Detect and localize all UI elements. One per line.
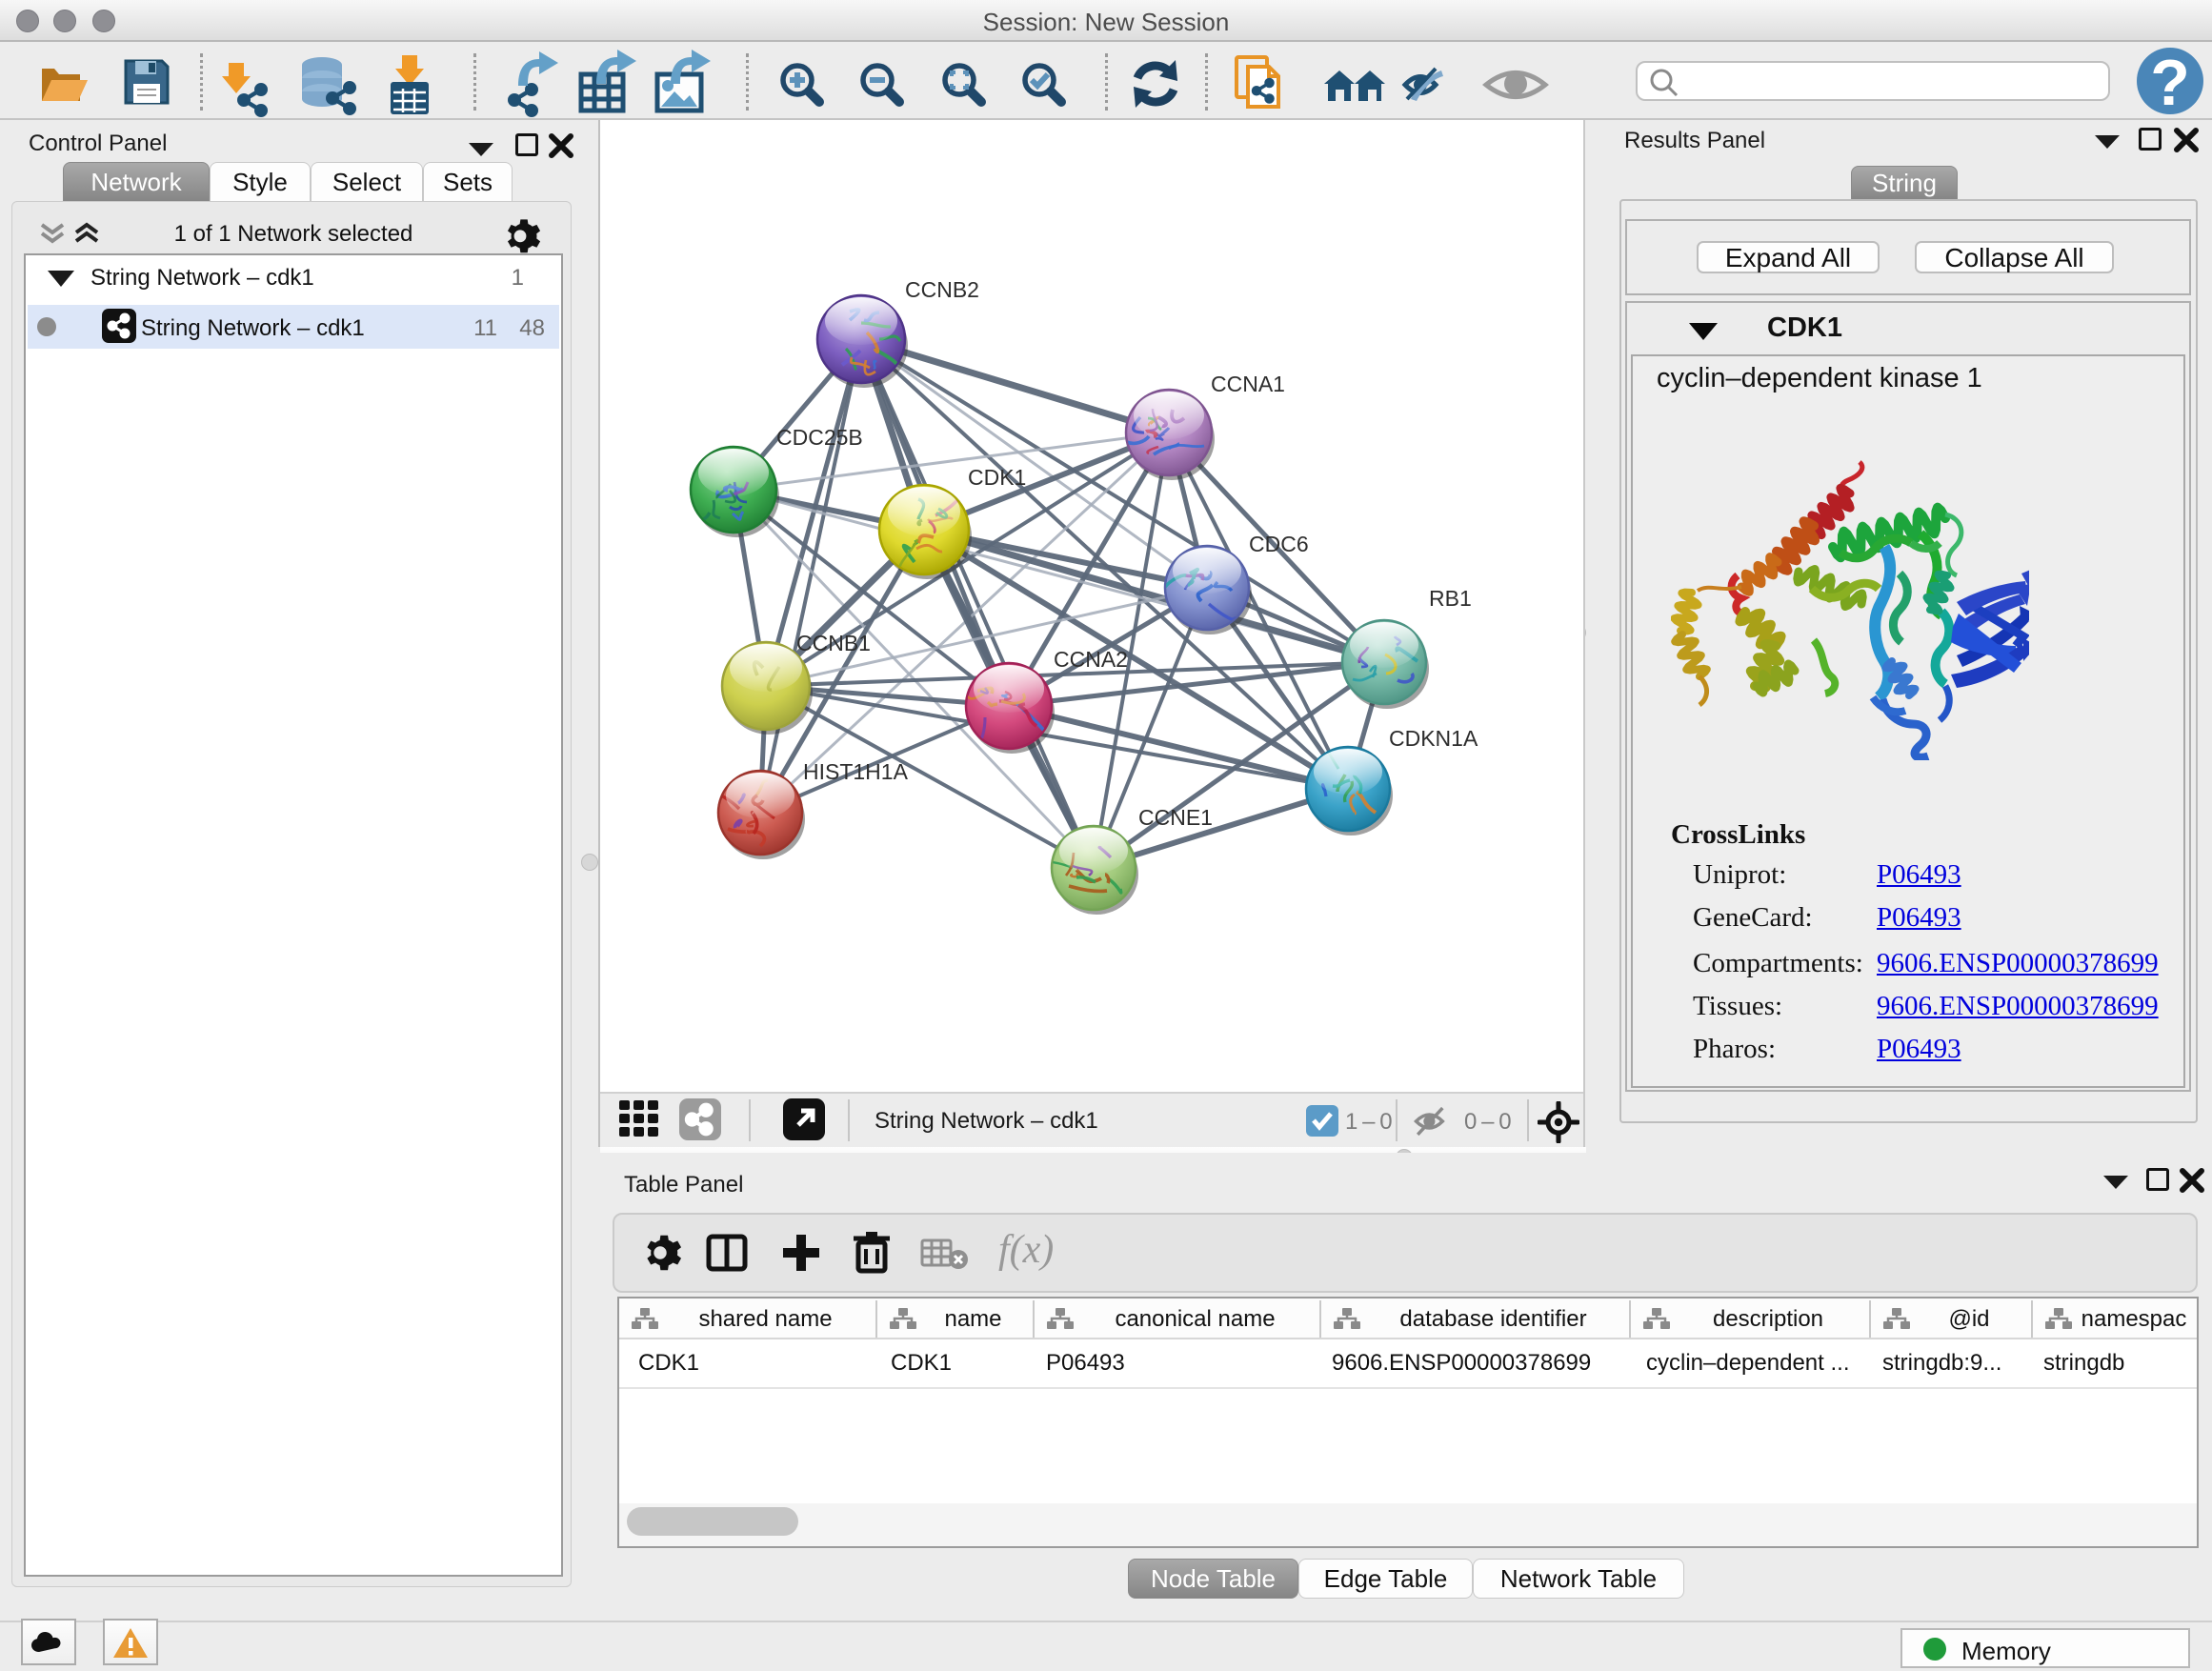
svg-text:CDC6: CDC6 <box>1249 532 1309 556</box>
svg-text:CCNE1: CCNE1 <box>1138 805 1213 830</box>
svg-text:?: ? <box>2150 47 2190 118</box>
svg-text:CCNB1: CCNB1 <box>796 631 871 655</box>
svg-text:CDC25B: CDC25B <box>776 425 863 450</box>
svg-text:RB1: RB1 <box>1429 586 1472 611</box>
svg-text:CCNA1: CCNA1 <box>1211 372 1285 396</box>
svg-text:CCNB2: CCNB2 <box>905 277 979 302</box>
svg-text:CDK1: CDK1 <box>968 465 1026 490</box>
svg-text:HIST1H1A: HIST1H1A <box>803 759 909 784</box>
svg-text:CDKN1A: CDKN1A <box>1389 726 1478 751</box>
svg-text:CCNA2: CCNA2 <box>1054 647 1128 672</box>
